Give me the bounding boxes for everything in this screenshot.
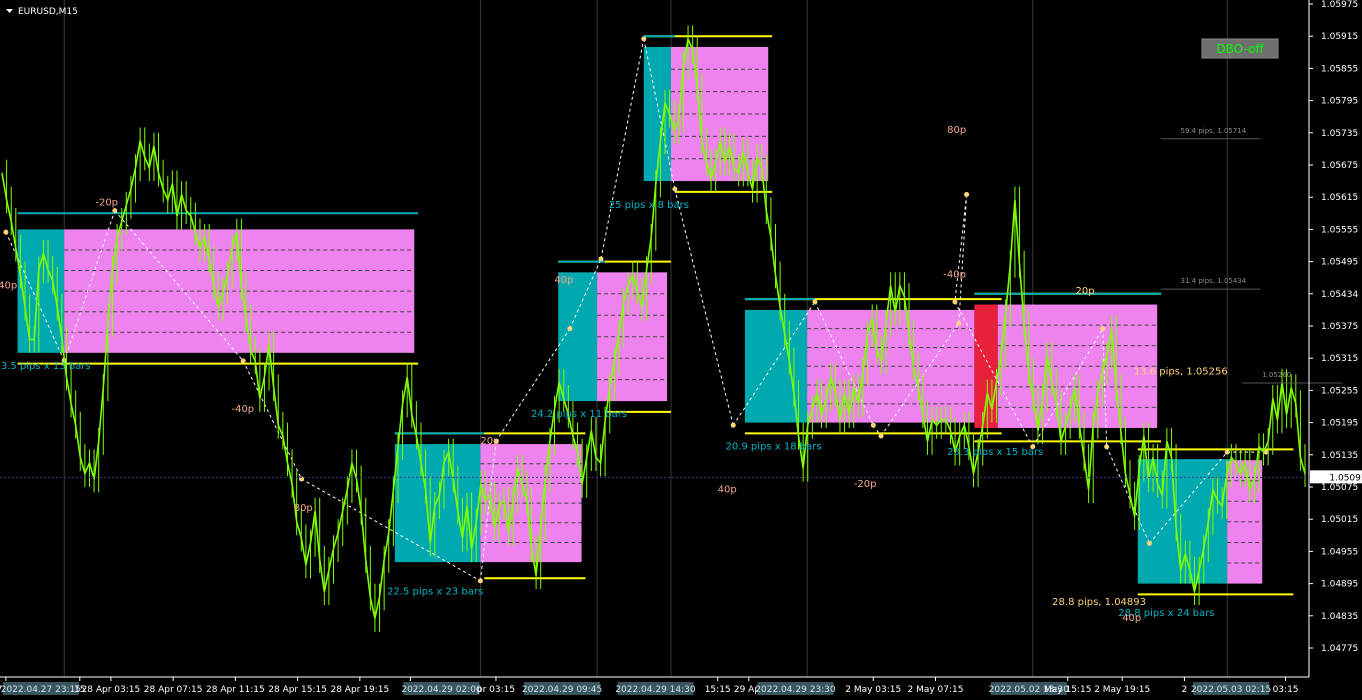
y-tick-label: 1.05075 — [1321, 483, 1358, 493]
x-tick-label: 2 May 19:15 — [1094, 685, 1150, 695]
box-range-area — [974, 304, 998, 428]
y-tick-label: 1.05135 — [1321, 451, 1358, 461]
current-price-label: 1.05093 — [1329, 473, 1362, 483]
zigzag-point — [477, 578, 483, 584]
annotation-label: 3.5 pips x 13 bars — [1, 361, 91, 372]
y-tick-label: 1.05495 — [1321, 258, 1358, 268]
y-tick-label: 1.05434 — [1321, 290, 1358, 300]
zigzag-point — [956, 320, 962, 326]
box-range-area — [643, 46, 672, 182]
x-date-label: 2022.05.03 02:15 — [1191, 685, 1271, 695]
annotation-label: -20p — [95, 197, 118, 208]
x-date-label: 2022.04.29 09:45 — [522, 685, 602, 695]
y-tick-label: 1.05615 — [1321, 193, 1358, 203]
zigzag-point — [3, 229, 9, 235]
annotation-label: 28.8 pips, 1.04893 — [1052, 597, 1146, 608]
annotation-label: 40p — [0, 280, 17, 291]
x-tick-label: 2 May 07:15 — [907, 685, 963, 695]
x-tick-label: 28 Apr 19:15 — [330, 685, 389, 695]
y-tick-label: 1.05975 — [1321, 0, 1358, 10]
x-tick-label: 28 Apr 11:15 — [206, 685, 265, 695]
price-chart[interactable]: -20p 40p 3.5 pips x 13 bars -40p 80p 22.5 pip… — [0, 0, 1362, 700]
zigzag-point — [1104, 444, 1110, 450]
zigzag-point — [730, 422, 736, 428]
y-tick-label: 1.05015 — [1321, 515, 1358, 525]
x-tick-label: 03:15 — [1273, 685, 1299, 695]
zigzag-point — [598, 256, 604, 262]
y-tick-label: 1.05375 — [1321, 322, 1358, 332]
x-tick-label: May 15:15 — [1044, 685, 1091, 695]
zigzag-point — [672, 186, 678, 192]
zigzag-point — [964, 192, 970, 198]
y-tick-label: 1.05855 — [1321, 64, 1358, 74]
y-tick-label: 1.05555 — [1321, 225, 1358, 235]
annotation-label: -40p — [231, 404, 254, 415]
zigzag-point — [240, 358, 246, 364]
box-range-area — [744, 309, 808, 423]
current-price-tag: 1.05093 — [1310, 470, 1362, 484]
annotation-label: 13.6 pips, 1.05256 — [1134, 366, 1228, 377]
y-tick-label: 1.04895 — [1321, 580, 1358, 590]
dbo-button-label[interactable]: DBO-off — [1216, 42, 1264, 56]
gray-note: 31.4 pips, 1.05434 — [1181, 277, 1247, 285]
window-title: EURUSD,M15 — [18, 7, 78, 17]
zigzag-point — [952, 299, 958, 305]
x-tick-label: pr 03:15 — [477, 685, 515, 695]
x-tick-label: 28 Apr 03:15 — [82, 685, 141, 695]
zigzag-point — [1100, 326, 1106, 332]
y-tick-label: 1.05735 — [1321, 129, 1358, 139]
y-tick-label: 1.05315 — [1321, 354, 1358, 364]
x-tick-label: 28 Apr 07:15 — [144, 685, 203, 695]
annotation-label: -40p — [943, 270, 966, 281]
gray-note: 1.05260 — [1262, 371, 1291, 379]
annotation-label: 20p — [480, 436, 499, 447]
annotation-label: -20p — [854, 479, 877, 490]
x-date-label: 2022.04.27 23:15 — [1, 685, 81, 695]
x-tick-label: 2 May 03:15 — [845, 685, 901, 695]
annotation-label: 20p — [1076, 286, 1095, 297]
y-tick-label: 1.05255 — [1321, 386, 1358, 396]
x-date-label: 2022.04.29 23:30 — [755, 685, 836, 695]
x-tick-label: 28 Apr 15:15 — [268, 685, 327, 695]
annotation-label: 80p — [294, 503, 313, 514]
y-tick-label: 1.04955 — [1321, 547, 1358, 557]
y-tick-label: 1.04835 — [1321, 612, 1358, 622]
x-date-label: 2022.04.29 02:00 — [401, 685, 482, 695]
zigzag-point — [567, 326, 573, 332]
y-tick-label: 1.05675 — [1321, 161, 1358, 171]
time-axis: 27 Apr2022.04.27 23:151528 Apr 03:1528 A… — [0, 677, 1299, 695]
annotation-label: 40p — [718, 484, 737, 495]
dbo-button[interactable]: DBO-off — [1201, 38, 1279, 59]
zigzag-point — [1146, 540, 1152, 546]
zigzag-point — [870, 422, 876, 428]
y-tick-label: 1.05195 — [1321, 419, 1358, 429]
zigzag-point — [112, 208, 118, 214]
annotation-label: 40p — [554, 275, 573, 286]
x-tick-label: 15:15 — [705, 685, 731, 695]
annotation-label: 20.9 pips x 18 bars — [725, 441, 821, 452]
zigzag-point — [641, 36, 647, 42]
y-tick-label: 1.05795 — [1321, 97, 1358, 107]
annotation-label: 22.5 pips x 23 bars — [387, 586, 483, 597]
box-range-area — [394, 444, 481, 563]
annotation-label: 23.3 pips x 15 bars — [947, 447, 1043, 458]
zigzag-point — [1224, 449, 1230, 455]
x-tick-label: 2 — [1182, 685, 1188, 695]
annotation-label: 24.2 pips x 11 bars — [531, 409, 627, 420]
zigzag-point — [812, 299, 818, 305]
gray-note: 59.4 pips, 1.05714 — [1181, 127, 1247, 135]
x-date-label: 2022.04.29 14:30 — [615, 685, 696, 695]
annotation-label: 25 pips x 8 bars — [609, 200, 689, 211]
zigzag-point — [878, 433, 884, 439]
annotation-label: 40p — [1122, 613, 1141, 624]
y-tick-label: 1.04775 — [1321, 644, 1358, 654]
annotation-label: 80p — [947, 125, 966, 136]
y-tick-label: 1.05915 — [1321, 32, 1358, 42]
